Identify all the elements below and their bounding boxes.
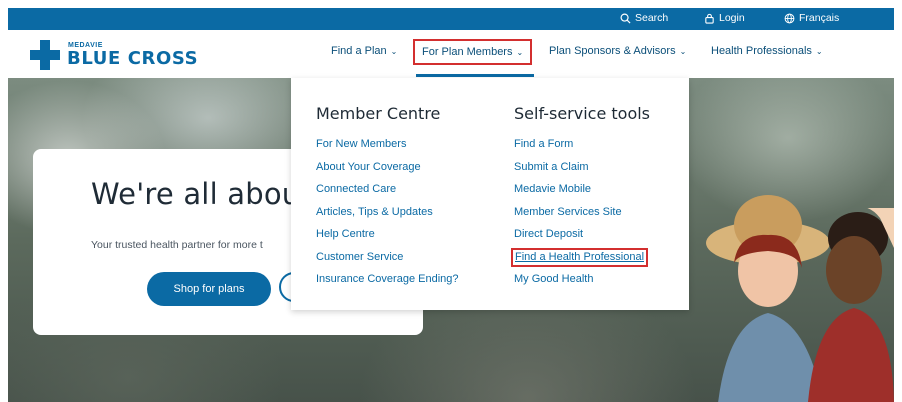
menu-link-find-a-health-professional[interactable]: Find a Health Professional [511, 246, 650, 269]
self-service-title: Self-service tools [514, 104, 651, 123]
menu-link-about-your-coverage[interactable]: About Your Coverage [316, 156, 458, 179]
chevron-down-icon: ⌄ [516, 47, 524, 57]
member-centre-title: Member Centre [316, 104, 441, 123]
nav-label: For Plan Members [422, 46, 513, 58]
chevron-down-icon: ⌄ [390, 46, 398, 56]
browser-viewport: Search Login Français MEDAVIE BLUE CROSS… [8, 8, 894, 402]
menu-link-connected-care[interactable]: Connected Care [316, 178, 458, 201]
menu-link-direct-deposit[interactable]: Direct Deposit [514, 223, 650, 246]
menu-link-articles-tips-updates[interactable]: Articles, Tips & Updates [316, 201, 458, 224]
menu-link-find-a-form[interactable]: Find a Form [514, 133, 650, 156]
nav-label: Health Professionals [711, 45, 812, 57]
self-service-column: Self-service tools Find a Form Submit a … [511, 104, 651, 291]
plan-members-dropdown: Member Centre For New Members About Your… [291, 78, 689, 310]
language-label: Français [799, 12, 840, 24]
self-service-list: Find a Form Submit a Claim Medavie Mobil… [511, 133, 650, 291]
hero-heading: We're all about [91, 177, 312, 211]
login-label: Login [719, 12, 745, 24]
search-icon [620, 13, 631, 24]
menu-link-insurance-coverage-ending[interactable]: Insurance Coverage Ending? [316, 268, 458, 291]
nav-label: Find a Plan [331, 45, 387, 57]
logo[interactable]: MEDAVIE BLUE CROSS [30, 40, 212, 70]
menu-link-customer-service[interactable]: Customer Service [316, 246, 458, 269]
menu-link-submit-a-claim[interactable]: Submit a Claim [514, 156, 650, 179]
nav-find-a-plan[interactable]: Find a Plan ⌄ [331, 45, 397, 57]
globe-icon [784, 13, 795, 23]
language-toggle[interactable]: Français [784, 12, 839, 24]
blue-cross-icon [30, 40, 60, 70]
utility-bar: Search Login Français [8, 8, 894, 30]
logo-brand-text: BLUE CROSS [67, 48, 199, 69]
menu-link-member-services-site[interactable]: Member Services Site [514, 201, 650, 224]
search-link[interactable]: Search [620, 12, 668, 24]
menu-link-for-new-members[interactable]: For New Members [316, 133, 458, 156]
menu-link-help-centre[interactable]: Help Centre [316, 223, 458, 246]
chevron-down-icon: ⌄ [679, 46, 687, 56]
menu-link-my-good-health[interactable]: My Good Health [514, 268, 650, 291]
menu-link-medavie-mobile[interactable]: Medavie Mobile [514, 178, 650, 201]
login-link[interactable]: Login [704, 12, 745, 24]
nav-health-professionals[interactable]: Health Professionals ⌄ [711, 45, 823, 57]
hero-subtext: Your trusted health partner for more t [91, 239, 263, 251]
nav-for-plan-members[interactable]: For Plan Members ⌄ [413, 39, 533, 65]
nav-plan-sponsors-advisors[interactable]: Plan Sponsors & Advisors ⌄ [549, 45, 686, 57]
search-label: Search [635, 12, 669, 24]
lock-icon [705, 13, 714, 24]
hero-photo-man [808, 208, 894, 402]
member-centre-column: Member Centre For New Members About Your… [316, 104, 458, 291]
nav-label: Plan Sponsors & Advisors [549, 45, 676, 57]
chevron-down-icon: ⌄ [815, 46, 823, 56]
active-nav-underline [416, 74, 534, 77]
member-centre-list: For New Members About Your Coverage Conn… [316, 133, 458, 291]
main-header: MEDAVIE BLUE CROSS Find a Plan ⌄ For Pla… [8, 30, 894, 79]
shop-for-plans-button[interactable]: Shop for plans [147, 272, 271, 306]
menu-link-label: Find a Health Professional [511, 247, 649, 267]
